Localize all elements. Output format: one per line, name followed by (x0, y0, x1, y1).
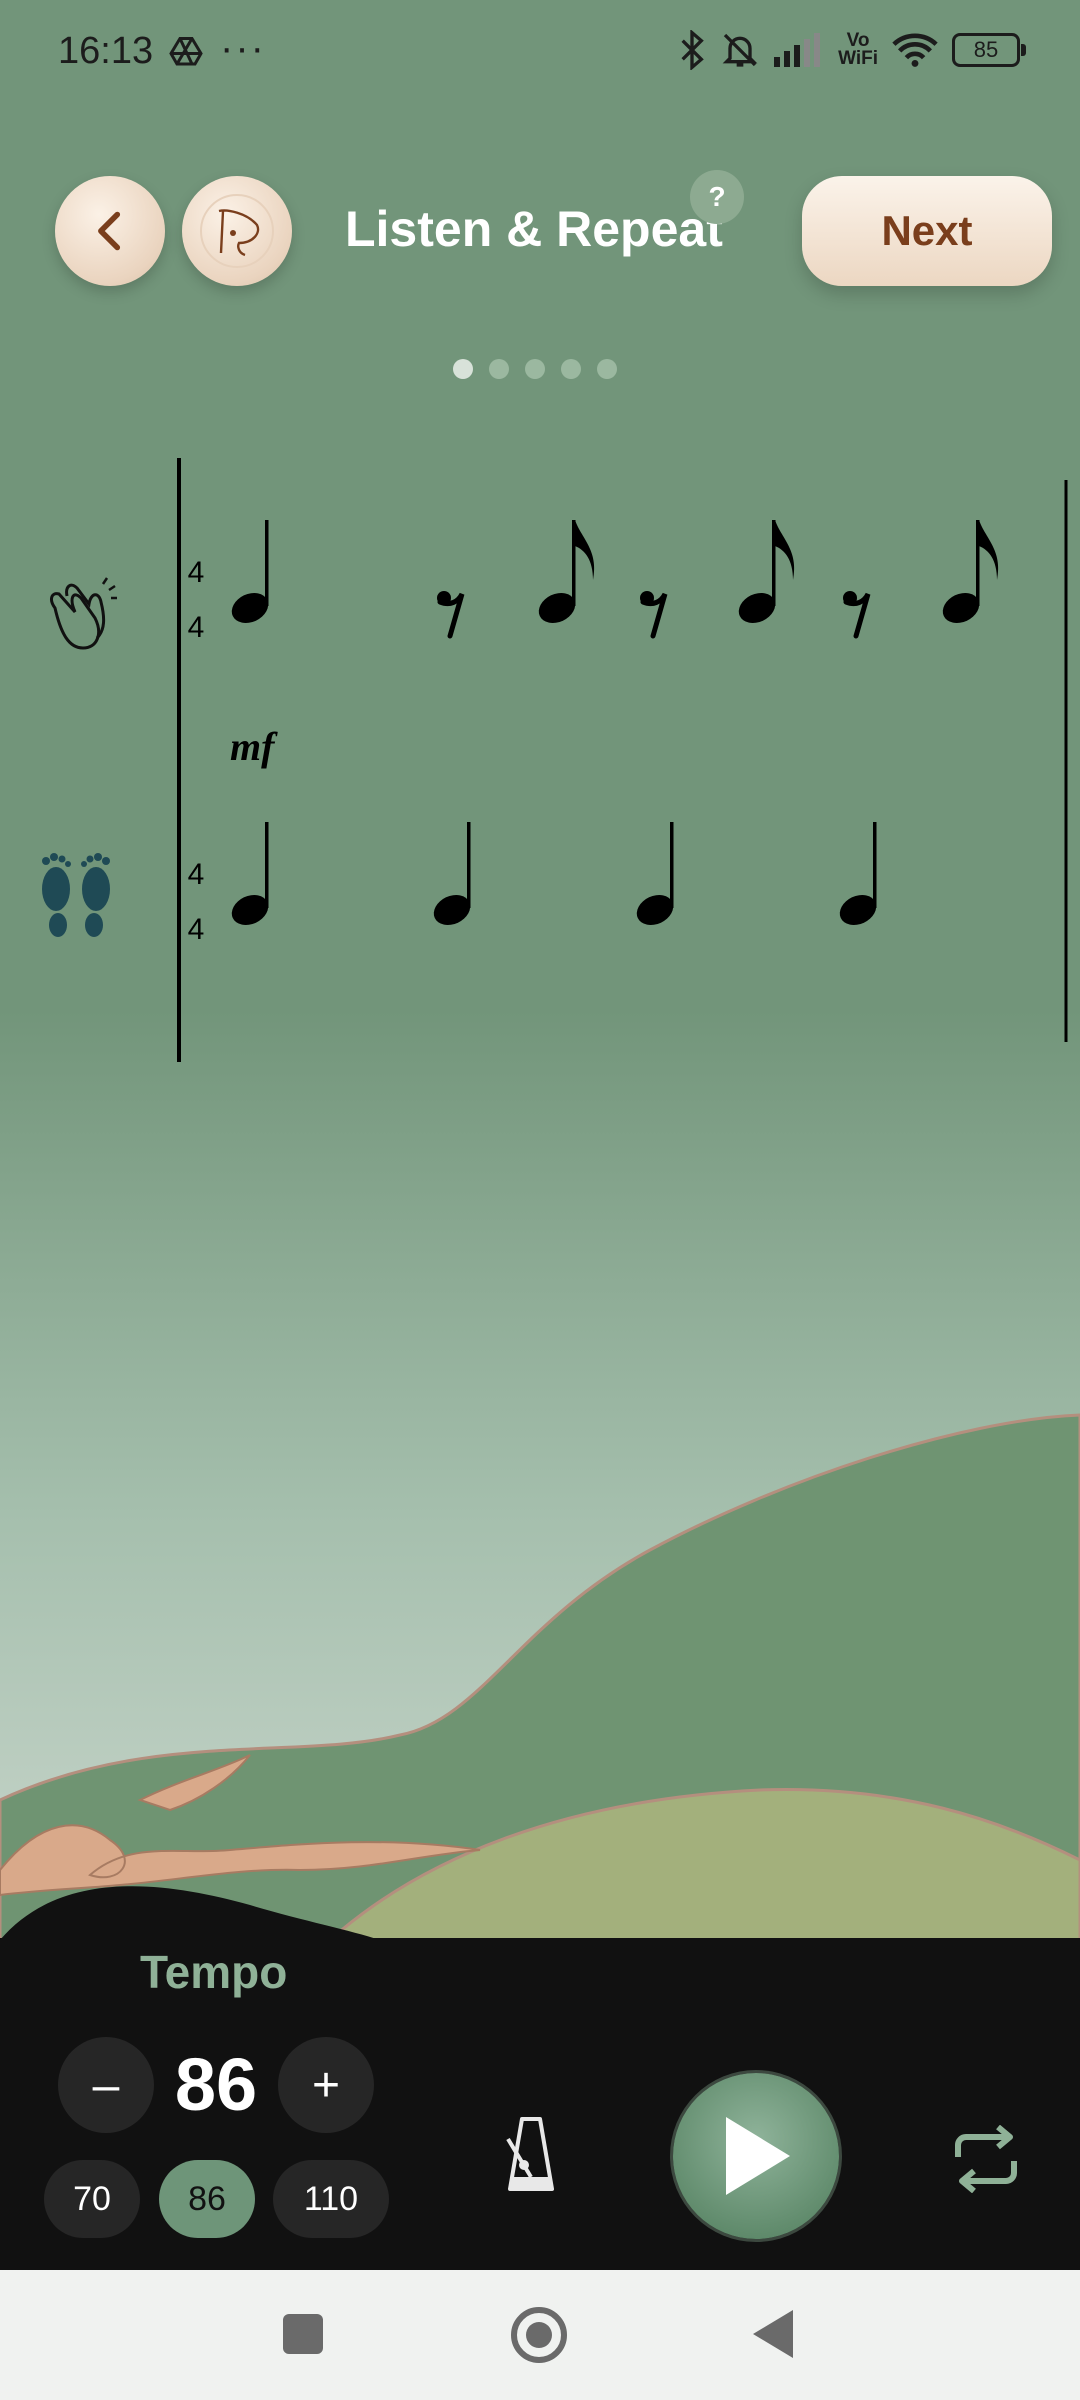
signal-icon (774, 33, 821, 67)
status-time: 16:13 (58, 30, 154, 72)
play-icon (726, 2117, 790, 2195)
feet-time-sig-bottom: 4 (188, 913, 205, 946)
tempo-preset-70[interactable]: 70 (44, 2160, 140, 2238)
bluetooth-icon (681, 30, 704, 70)
repeat-icon[interactable] (950, 2125, 1022, 2193)
tempo-label: Tempo (140, 1946, 288, 1998)
chevron-left-icon (98, 211, 121, 251)
status-bar: 16:13 ··· Vo WiFi 85 (0, 0, 1080, 110)
battery-indicator: 85 (952, 33, 1026, 67)
quill-logo-icon (200, 194, 274, 268)
footprints-icon (42, 853, 110, 937)
clap-eighth-note (938, 520, 998, 629)
dynamic-marking: mf (230, 724, 278, 769)
home-button[interactable] (511, 2307, 567, 2363)
bell-muted-icon (722, 33, 758, 67)
next-button[interactable]: Next (802, 176, 1052, 286)
page-dot-5 (597, 359, 617, 379)
metronome-icon[interactable] (500, 2115, 562, 2195)
page-dot-4 (561, 359, 581, 379)
page-dot-2 (489, 359, 509, 379)
clap-eighth-rest (640, 591, 665, 636)
clap-time-sig-bottom: 4 (188, 611, 205, 644)
wifi-icon (892, 33, 938, 67)
page-dot-1 (453, 359, 473, 379)
page-indicator (453, 359, 617, 379)
play-button[interactable] (673, 2073, 839, 2239)
system-back-button[interactable] (753, 2310, 793, 2358)
tempo-increase-button[interactable]: + (278, 2037, 374, 2133)
feet-time-sig-top: 4 (188, 858, 205, 891)
status-overflow-dots: ··· (220, 26, 266, 70)
status-right-icons: Vo WiFi 85 (678, 30, 1026, 70)
help-button[interactable]: ? (690, 170, 744, 224)
app-logo-button[interactable] (182, 176, 292, 286)
tempo-decrease-button[interactable]: – (58, 2037, 154, 2133)
feet-quarter-note (226, 822, 274, 931)
page-dot-3 (525, 359, 545, 379)
clap-eighth-rest (843, 591, 868, 636)
tempo-preset-86[interactable]: 86 (159, 2160, 255, 2238)
recents-button[interactable] (283, 2314, 323, 2354)
page-title: Listen & Repeat (345, 201, 723, 257)
clap-eighth-note (534, 520, 594, 629)
clapping-hands-icon (50, 577, 117, 650)
clap-time-sig-top: 4 (188, 556, 205, 589)
feet-quarter-note (631, 822, 679, 931)
feet-quarter-note (834, 822, 882, 931)
vowifi-indicator: Vo WiFi (838, 30, 878, 69)
tempo-preset-110[interactable]: 110 (273, 2160, 389, 2238)
tempo-value: 86 (174, 2043, 258, 2126)
drive-icon (169, 37, 203, 66)
back-button[interactable] (55, 176, 165, 286)
clap-eighth-note (734, 520, 794, 629)
feet-quarter-note (428, 822, 476, 931)
clap-quarter-note (226, 520, 274, 629)
clap-eighth-rest (437, 591, 462, 636)
rhythm-score: 4 4 4 4 mf (42, 458, 1068, 1062)
